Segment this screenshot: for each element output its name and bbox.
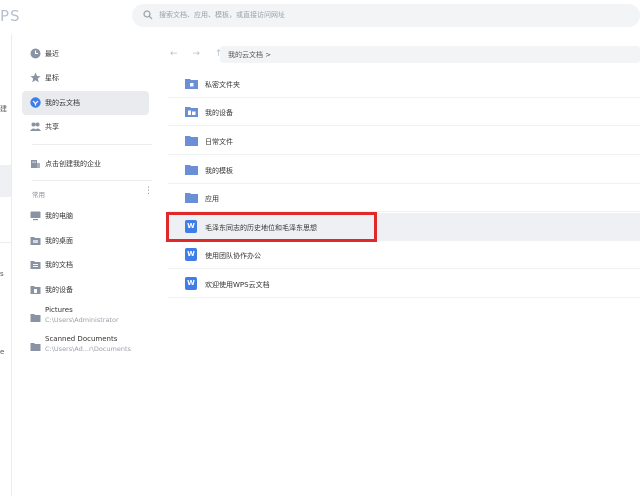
file-name: 我的模板 [205,167,233,175]
sidebar-item-label: 最近 [45,50,59,58]
sidebar-item-scanned-documents[interactable]: Scanned Documents C:\Users\Ad...r\Docume… [22,333,149,359]
file-name: 我的设备 [205,109,233,117]
file-name: 私密文件夹 [205,81,240,89]
breadcrumb[interactable]: 我的云文档 > [220,46,640,63]
documents-icon [30,261,41,269]
sidebar-item-label: Pictures [45,306,73,314]
section-label-common: 常用 [32,191,45,199]
folder-icon [185,193,198,203]
sidebar-item-path: C:\Users\Ad...r\Documents [45,345,131,353]
sidebar-item-my-desktop[interactable]: 我的桌面 [22,229,149,253]
file-row-my-templates[interactable]: 我的模板 [168,156,640,184]
folder-icon [30,343,41,351]
sidebar-item-label: 我的电脑 [45,212,73,220]
file-name: 欢迎使用WPS云文档 [205,281,270,289]
file-row-my-devices[interactable]: 我的设备 [168,98,640,126]
sidebar-item-create-org[interactable]: 点击创建我的企业 [22,152,149,176]
sidebar-item-label: 星标 [45,74,59,82]
rail-divider [0,242,11,243]
sidebar-item-starred[interactable]: 星标 [22,66,149,90]
sidebar-item-my-computer[interactable]: 我的电脑 [22,204,149,228]
sidebar-item-my-devices[interactable]: 我的设备 [22,278,149,302]
main-panel: ← → ↑ 我的云文档 > 私密文件夹 我的设备 日常文件 我的模板 应用 W … [160,34,640,496]
app-logo: PS [0,7,21,25]
file-name: 日常文件 [205,138,233,146]
search-input[interactable]: 搜索文档、应用、模板，或直接访问网址 [159,10,285,20]
rail-selected-item[interactable] [0,165,11,197]
search-box[interactable]: 搜索文档、应用、模板，或直接访问网址 [132,4,640,27]
sidebar-item-label: 点击创建我的企业 [45,160,101,168]
sidebar-item-path: C:\Users\Administrator [45,316,119,324]
sidebar-item-label: Scanned Documents [45,335,118,343]
sidebar-item-shared[interactable]: 共享 [22,115,149,139]
sidebar-item-label: 共享 [45,123,59,131]
sidebar-divider [32,144,152,145]
sidebar-item-my-documents[interactable]: 我的文档 [22,253,149,277]
device-icon [30,286,41,294]
sidebar-item-label: 我的文档 [45,261,73,269]
file-row-apps[interactable]: 应用 [168,184,640,212]
file-name: 应用 [205,195,219,203]
wps-doc-icon: W [185,277,197,290]
rail-label-1: 建 [0,105,7,113]
sidebar: 最近 星标 我的云文档 共享 点击创建我的企业 常用 ⋮ 我的电脑 我的桌面 我… [12,34,160,496]
file-name: 使用团队协作办公 [205,252,261,260]
sidebar-item-label: 我的云文档 [45,99,80,107]
people-icon [30,122,41,131]
sidebar-item-label: 我的桌面 [45,237,73,245]
folder-icon [185,165,198,175]
search-icon [143,10,153,20]
top-bar: PS 搜索文档、应用、模板，或直接访问网址 [0,0,640,34]
rail-label-3: e [0,348,5,356]
desktop-icon [30,237,41,245]
breadcrumb-text: 我的云文档 > [228,51,272,59]
highlight-annotation-box [166,212,377,242]
rail-label-2: s [0,270,4,278]
sidebar-divider [32,180,152,181]
folder-icon [185,136,198,146]
cloud-icon [30,97,41,108]
file-row-team-collab-doc[interactable]: W 使用团队协作办公 [168,241,640,269]
computer-icon [30,211,41,221]
sidebar-item-recent[interactable]: 最近 [22,42,149,66]
clock-icon [30,48,41,59]
sidebar-item-my-cloud-docs[interactable]: 我的云文档 [22,91,149,115]
sidebar-item-label: 我的设备 [45,286,73,294]
sidebar-item-pictures[interactable]: Pictures C:\Users\Administrator [22,304,149,330]
folder-icon [30,314,41,322]
lock-folder-icon [185,79,198,89]
left-rail: 建 s e [0,34,12,496]
star-icon [30,72,41,83]
more-icon[interactable]: ⋮ [144,186,153,196]
building-icon [31,160,40,168]
file-row-daily-files[interactable]: 日常文件 [168,127,640,155]
file-row-welcome-doc[interactable]: W 欢迎使用WPS云文档 [168,270,640,298]
file-row-private-folder[interactable]: 私密文件夹 [168,70,640,98]
device-folder-icon [185,107,198,117]
wps-doc-icon: W [185,248,197,261]
